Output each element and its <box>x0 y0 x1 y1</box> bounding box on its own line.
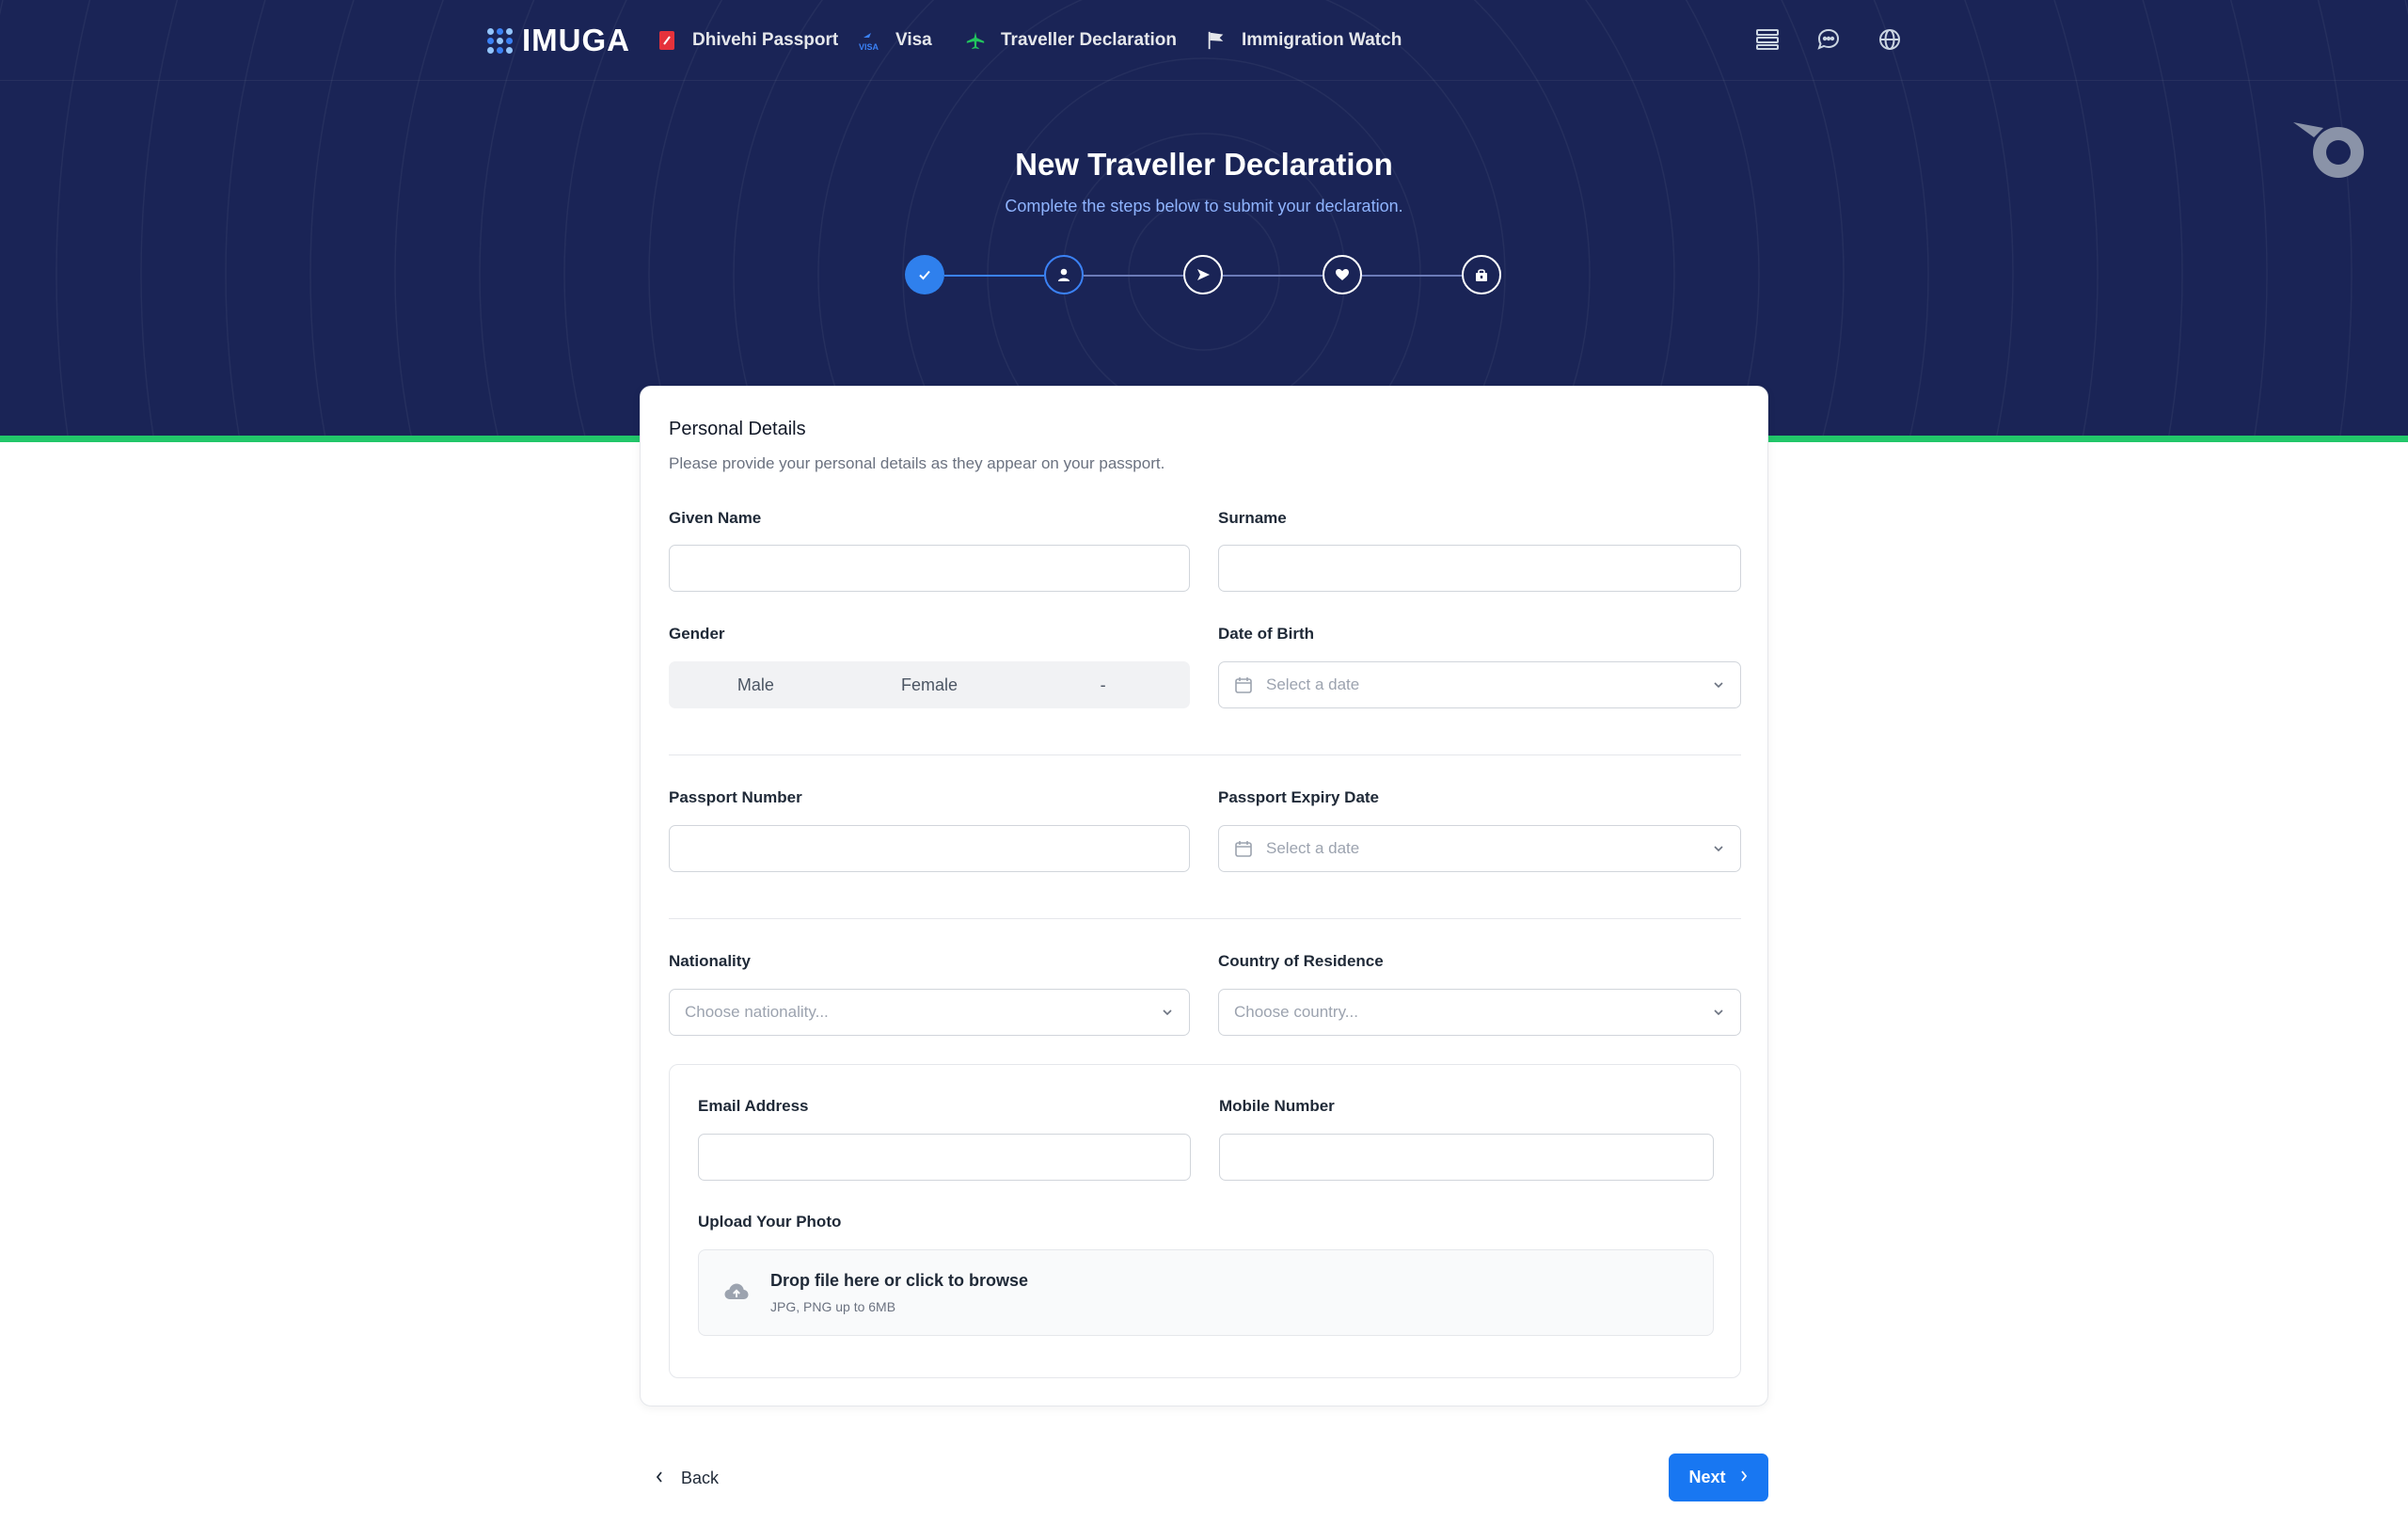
gender-segmented-control: Male Female - <box>669 661 1190 708</box>
next-button[interactable]: Next <box>1669 1454 1768 1501</box>
section-subtitle: Please provide your personal details as … <box>669 454 1165 472</box>
brand-logo[interactable]: IMUGA <box>487 23 630 58</box>
nationality-placeholder: Choose nationality... <box>685 1003 829 1021</box>
passport-number-input[interactable] <box>669 825 1190 872</box>
nav-label: Dhivehi Passport <box>692 30 839 50</box>
photo-dropzone[interactable]: Drop file here or click to browse JPG, P… <box>698 1249 1714 1336</box>
visa-icon: VISA <box>858 28 882 53</box>
chevron-down-icon <box>1163 1009 1172 1016</box>
back-button[interactable]: Back <box>655 1461 719 1495</box>
email-label: Email Address <box>698 1097 809 1115</box>
given-name-label: Given Name <box>669 509 762 527</box>
section-divider <box>669 918 1741 919</box>
given-name-input[interactable] <box>669 545 1190 592</box>
gender-option-female[interactable]: Female <box>843 661 1017 708</box>
section-title: Personal Details <box>669 419 806 439</box>
svg-text:VISA: VISA <box>859 42 879 52</box>
personal-details-card: Personal Details Please provide your per… <box>640 386 1768 1406</box>
step-connector <box>944 275 1044 277</box>
corner-emblem-icon <box>2293 122 2364 178</box>
nav-label: Immigration Watch <box>1242 30 1402 50</box>
step-connector <box>1362 275 1462 277</box>
page-subtitle: Complete the steps below to submit your … <box>1005 197 1403 215</box>
nationality-select[interactable]: Choose nationality... <box>669 989 1190 1036</box>
surname-input[interactable] <box>1218 545 1741 592</box>
chevron-down-icon <box>1714 682 1723 689</box>
next-label: Next <box>1688 1468 1726 1486</box>
mobile-input[interactable] <box>1219 1134 1714 1181</box>
calendar-icon <box>1235 841 1252 857</box>
hero-banner: IMUGA Dhivehi Passport VISA Visa Travell… <box>0 0 2408 436</box>
chat-icon[interactable] <box>1814 24 1844 55</box>
dropzone-hint: JPG, PNG up to 6MB <box>770 1299 896 1314</box>
globe-icon[interactable] <box>1875 24 1905 55</box>
email-input[interactable] <box>698 1134 1191 1181</box>
send-icon <box>1197 269 1210 280</box>
back-label: Back <box>681 1468 720 1487</box>
gender-option-male[interactable]: Male <box>669 661 843 708</box>
surname-label: Surname <box>1218 509 1287 527</box>
step-connector <box>1223 275 1323 277</box>
residence-select[interactable]: Choose country... <box>1218 989 1741 1036</box>
step-3[interactable] <box>1183 255 1223 294</box>
chevron-left-icon <box>655 1469 664 1488</box>
passport-expiry-placeholder: Select a date <box>1266 839 1360 857</box>
cloud-upload-icon <box>724 1283 749 1299</box>
person-icon <box>1058 268 1069 281</box>
gender-option-unspecified[interactable]: - <box>1016 661 1190 708</box>
list-icon[interactable] <box>1752 24 1782 55</box>
passport-expiry-label: Passport Expiry Date <box>1218 788 1380 806</box>
dropzone-title: Drop file here or click to browse <box>770 1271 1029 1290</box>
passport-expiry-date-picker[interactable]: Select a date <box>1218 825 1741 872</box>
passport-number-label: Passport Number <box>669 788 802 806</box>
step-5[interactable] <box>1462 255 1501 294</box>
chevron-down-icon <box>1714 846 1723 852</box>
step-connector <box>1084 275 1183 277</box>
photo-upload-label: Upload Your Photo <box>698 1213 842 1231</box>
airplane-icon <box>963 28 988 53</box>
page-title: New Traveller Declaration <box>1015 147 1393 182</box>
nav-item-dhivehi-passport[interactable]: Dhivehi Passport <box>655 24 838 56</box>
mobile-label: Mobile Number <box>1219 1097 1335 1115</box>
top-navigation: IMUGA Dhivehi Passport VISA Visa Travell… <box>0 0 2408 81</box>
calendar-icon <box>1235 677 1252 693</box>
brand-name: IMUGA <box>522 23 630 57</box>
contact-details-box: Email Address Mobile Number Upload Your … <box>669 1064 1741 1378</box>
gender-label: Gender <box>669 625 725 643</box>
heart-icon <box>1336 269 1349 280</box>
nav-item-visa[interactable]: VISA Visa <box>858 24 932 56</box>
residence-label: Country of Residence <box>1218 952 1384 970</box>
logo-dots-icon <box>487 27 513 54</box>
flag-icon <box>1204 28 1228 53</box>
step-4[interactable] <box>1323 255 1362 294</box>
progress-stepper <box>905 255 1503 296</box>
nav-item-immigration-watch[interactable]: Immigration Watch <box>1204 24 1402 56</box>
step-1-completed[interactable] <box>905 255 944 294</box>
nav-item-traveller-declaration[interactable]: Traveller Declaration <box>963 24 1177 56</box>
residence-placeholder: Choose country... <box>1234 1003 1358 1021</box>
dob-date-picker[interactable]: Select a date <box>1218 661 1741 708</box>
dob-placeholder: Select a date <box>1266 675 1360 693</box>
chevron-right-icon <box>1739 1468 1749 1487</box>
nav-label: Visa <box>895 30 932 50</box>
nav-label: Traveller Declaration <box>1001 30 1177 50</box>
dob-label: Date of Birth <box>1218 625 1314 643</box>
step-2-active[interactable] <box>1044 255 1084 294</box>
check-icon <box>919 270 930 280</box>
chevron-down-icon <box>1714 1009 1723 1016</box>
shop-icon <box>1476 269 1487 281</box>
nationality-label: Nationality <box>669 952 751 970</box>
passport-icon <box>655 28 679 53</box>
